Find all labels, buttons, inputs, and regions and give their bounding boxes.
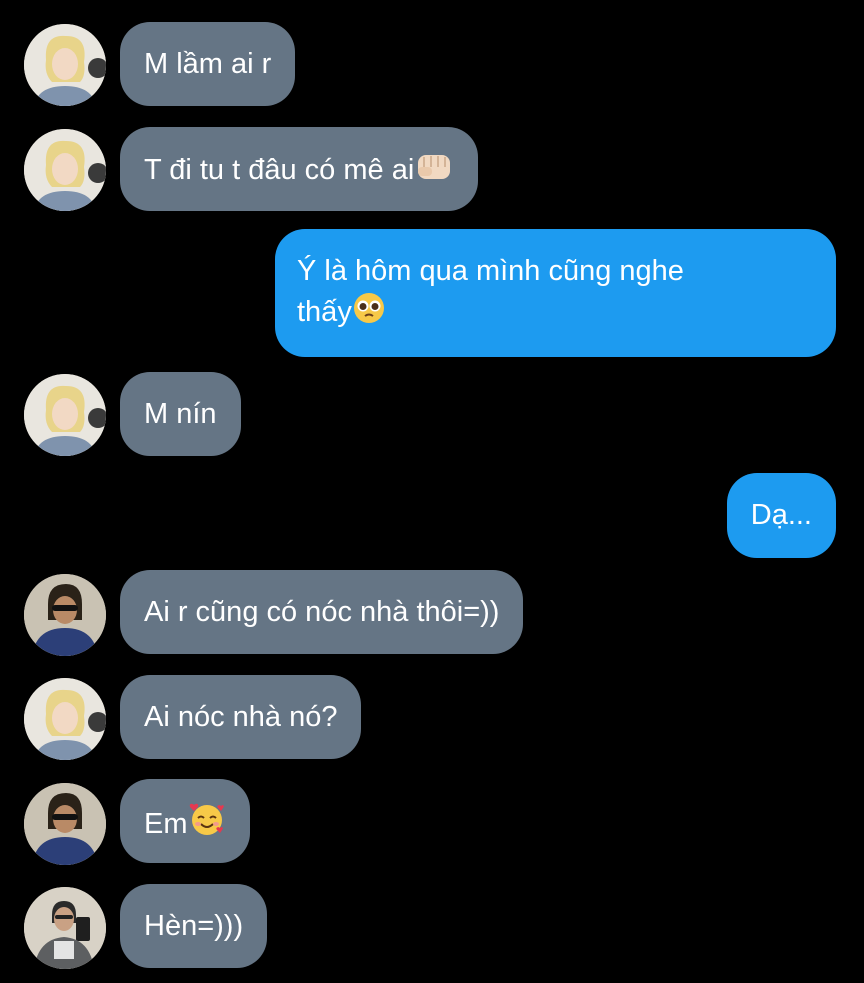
outgoing-message-bubble[interactable]: Ý là hôm qua mình cũng nghe thấy — [275, 229, 836, 357]
message-text: Ai nóc nhà nó? — [144, 701, 338, 733]
sunglasses-avatar[interactable] — [24, 574, 106, 656]
blonde-avatar[interactable] — [24, 129, 106, 211]
message-text: Em — [144, 808, 188, 840]
message-text: M nín — [144, 398, 217, 430]
outgoing-message-bubble[interactable]: Dạ... — [726, 473, 836, 558]
message-row: Hèn=))) — [0, 884, 864, 969]
incoming-message-bubble[interactable]: Ai nóc nhà nó? — [120, 675, 362, 759]
incoming-message-bubble[interactable]: Hèn=))) — [120, 884, 268, 968]
blonde-avatar[interactable] — [24, 678, 106, 760]
message-row: M nín — [0, 372, 864, 456]
message-text: Ai r cũng có nóc nhà thôi=)) — [144, 596, 500, 628]
message-row: M lầm ai r — [0, 22, 864, 106]
message-text: T đi tu t đâu có mê ai — [144, 154, 415, 186]
message-text-line2: thấy — [297, 296, 352, 328]
message-text-line1: Ý là hôm qua mình cũng nghe — [297, 255, 684, 287]
chat-thread: M lầm ai r T đi tu t đâu có mê ai Ý là h… — [0, 0, 864, 983]
message-row: Ai r cũng có nóc nhà thôi=)) — [0, 570, 864, 656]
incoming-message-bubble[interactable]: Ai r cũng có nóc nhà thôi=)) — [120, 570, 524, 654]
message-row: Ý là hôm qua mình cũng nghe thấy — [0, 229, 864, 359]
incoming-message-bubble[interactable]: M lầm ai r — [120, 22, 296, 106]
blonde-avatar[interactable] — [24, 374, 106, 456]
message-text: Dạ... — [750, 499, 812, 531]
message-text: Hèn=))) — [144, 910, 244, 942]
message-row: Ai nóc nhà nó? — [0, 675, 864, 760]
smiling-face-with-hearts-emoji — [188, 801, 226, 837]
message-row: T đi tu t đâu có mê ai — [0, 127, 864, 211]
message-text: M lầm ai r — [144, 48, 272, 80]
message-row: Em — [0, 779, 864, 865]
sunglasses-avatar[interactable] — [24, 783, 106, 865]
incoming-message-bubble[interactable]: Em — [120, 779, 250, 863]
blonde-avatar[interactable] — [24, 24, 106, 106]
fist-emoji — [414, 149, 454, 183]
incoming-message-bubble[interactable]: M nín — [120, 372, 241, 456]
message-row: Dạ... — [0, 473, 864, 559]
pleading-face-emoji — [352, 291, 386, 325]
incoming-message-bubble[interactable]: T đi tu t đâu có mê ai — [120, 127, 479, 211]
selfie-avatar[interactable] — [24, 887, 106, 969]
